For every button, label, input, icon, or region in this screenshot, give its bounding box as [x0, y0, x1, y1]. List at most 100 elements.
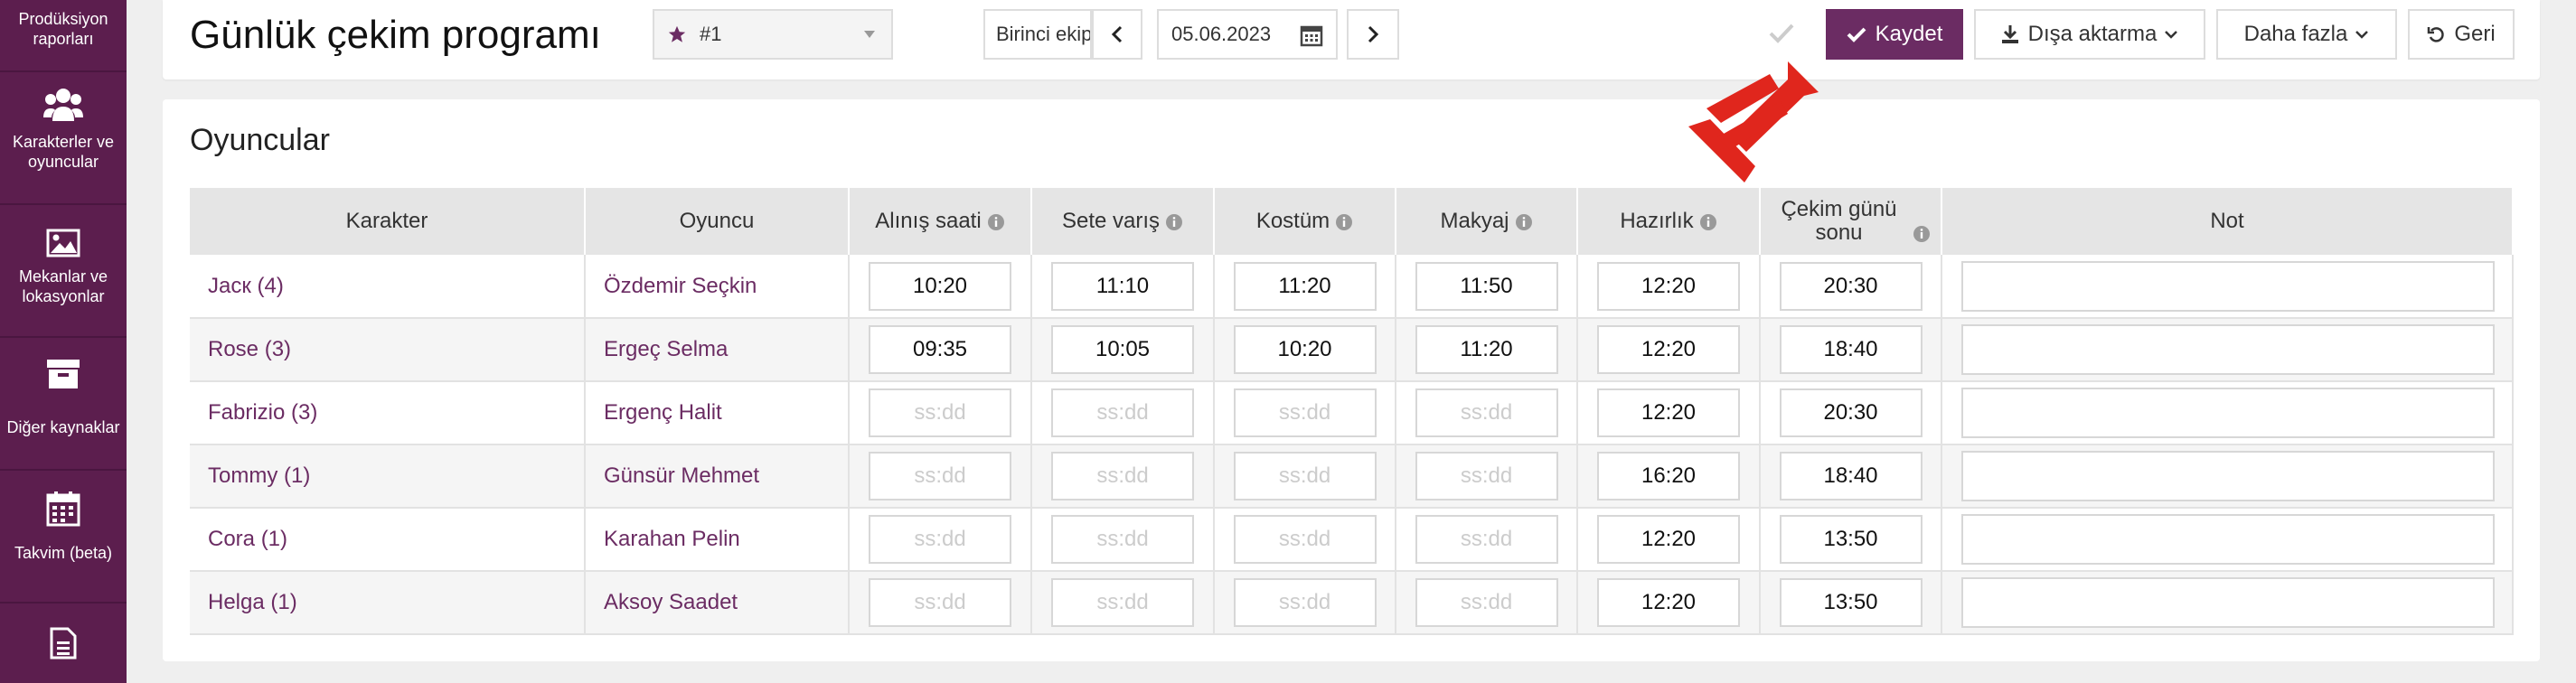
- actor-link[interactable]: Ergenç Halit: [585, 381, 850, 445]
- time-input-costume[interactable]: ss:dd: [1233, 578, 1377, 627]
- actor-link[interactable]: Ergeç Selma: [585, 318, 850, 382]
- time-input-arrival[interactable]: ss:dd: [1051, 388, 1194, 437]
- time-input-arrival[interactable]: ss:dd: [1051, 578, 1194, 627]
- time-cell-costume: 11:20: [1214, 255, 1396, 319]
- time-cell-end: 20:30: [1760, 255, 1942, 319]
- column-header-label: Karakter: [345, 209, 428, 233]
- prev-date-button[interactable]: [1092, 9, 1142, 60]
- note-input[interactable]: [1961, 260, 2495, 312]
- note-input[interactable]: [1961, 514, 2495, 565]
- unit-select[interactable]: Birinci ekip: [983, 9, 1092, 60]
- info-icon[interactable]: [1515, 213, 1533, 231]
- image-icon: [46, 229, 80, 257]
- time-input-end[interactable]: 13:50: [1779, 578, 1923, 627]
- sidebar-item-locations[interactable]: Mekanlar ve lokasyonlar: [0, 205, 127, 338]
- column-header-label: Kostüm: [1255, 209, 1330, 233]
- time-input-costume[interactable]: 10:20: [1233, 325, 1377, 374]
- time-input-arrival[interactable]: 10:05: [1051, 325, 1194, 374]
- time-cell-pickup: ss:dd: [849, 381, 1032, 445]
- time-input-ready[interactable]: 12:20: [1597, 388, 1740, 437]
- time-input-end[interactable]: 13:50: [1779, 515, 1923, 564]
- time-input-pickup[interactable]: 09:35: [869, 325, 1011, 374]
- time-input-end[interactable]: 18:40: [1779, 452, 1923, 501]
- column-header-label: Çekim günü sonu: [1781, 197, 1897, 245]
- time-input-end[interactable]: 18:40: [1779, 325, 1923, 374]
- time-cell-arrival: ss:dd: [1031, 381, 1215, 445]
- time-cell-ready: 12:20: [1577, 255, 1761, 319]
- time-input-costume[interactable]: ss:dd: [1233, 452, 1377, 501]
- time-input-makeup[interactable]: 11:50: [1415, 261, 1558, 311]
- back-button[interactable]: Geri: [2408, 9, 2515, 60]
- note-input[interactable]: [1961, 388, 2495, 438]
- time-input-end[interactable]: 20:30: [1779, 261, 1923, 311]
- time-input-costume[interactable]: ss:dd: [1233, 388, 1377, 437]
- time-input-arrival[interactable]: 11:10: [1051, 261, 1194, 311]
- time-input-ready[interactable]: 12:20: [1597, 578, 1740, 627]
- table-body: Jacк (4) Özdemir Seçkin 10:20 11:10 11:20 11:…: [190, 255, 2514, 635]
- info-icon[interactable]: [1335, 213, 1353, 231]
- time-input-makeup[interactable]: ss:dd: [1415, 452, 1558, 501]
- time-cell-costume: ss:dd: [1214, 381, 1396, 445]
- time-input-arrival[interactable]: ss:dd: [1051, 452, 1194, 501]
- time-input-end[interactable]: 20:30: [1779, 388, 1923, 437]
- character-link[interactable]: Rose (3): [190, 318, 586, 382]
- time-input-costume[interactable]: ss:dd: [1233, 515, 1377, 564]
- character-link[interactable]: Tommy (1): [190, 444, 586, 509]
- time-input-makeup[interactable]: ss:dd: [1415, 515, 1558, 564]
- actor-link[interactable]: Karahan Pelin: [585, 508, 850, 572]
- next-date-button[interactable]: [1347, 9, 1399, 60]
- calendar-icon: [46, 491, 80, 527]
- sidebar-item-reports[interactable]: Prodüksiyon raporları: [0, 0, 127, 72]
- character-link[interactable]: Fabrizio (3): [190, 381, 586, 445]
- date-input[interactable]: 05.06.2023: [1157, 9, 1338, 60]
- time-input-makeup[interactable]: ss:dd: [1415, 388, 1558, 437]
- actor-link[interactable]: Özdemir Seçkin: [585, 255, 850, 319]
- info-icon[interactable]: [1165, 213, 1183, 231]
- character-link[interactable]: Cora (1): [190, 508, 586, 572]
- time-input-costume[interactable]: 11:20: [1233, 261, 1377, 311]
- time-input-ready[interactable]: 12:20: [1597, 261, 1740, 311]
- info-icon[interactable]: [1913, 225, 1931, 243]
- time-input-ready[interactable]: 12:20: [1597, 325, 1740, 374]
- note-input[interactable]: [1961, 577, 2495, 628]
- more-button[interactable]: Daha fazla: [2216, 9, 2397, 60]
- sidebar-item-calendar[interactable]: Takvim (beta): [0, 471, 127, 603]
- sidebar-item-documents[interactable]: [0, 603, 127, 683]
- calendar-icon[interactable]: [1300, 23, 1323, 47]
- time-cell-ready: 12:20: [1577, 381, 1761, 445]
- time-input-pickup[interactable]: ss:dd: [869, 452, 1011, 501]
- sidebar-item-characters[interactable]: Karakterler ve oyuncular: [0, 72, 127, 205]
- time-input-makeup[interactable]: ss:dd: [1415, 578, 1558, 627]
- info-icon[interactable]: [1699, 213, 1717, 231]
- time-input-ready[interactable]: 16:20: [1597, 452, 1740, 501]
- note-input[interactable]: [1961, 451, 2495, 501]
- save-button[interactable]: Kaydet: [1826, 9, 1963, 60]
- page-title: Günlük çekim programı: [190, 13, 601, 57]
- note-cell: [1941, 571, 2514, 635]
- time-input-pickup[interactable]: 10:20: [869, 261, 1011, 311]
- time-input-makeup[interactable]: 11:20: [1415, 325, 1558, 374]
- time-cell-makeup: 11:50: [1396, 255, 1578, 319]
- section-title: Oyuncular: [190, 123, 330, 157]
- info-icon[interactable]: [987, 213, 1005, 231]
- time-cell-costume: ss:dd: [1214, 508, 1396, 572]
- time-cell-ready: 12:20: [1577, 508, 1761, 572]
- column-header-costume: Kostüm: [1214, 188, 1396, 255]
- sidebar-item-label: Karakterler ve oyuncular: [12, 133, 115, 171]
- export-button[interactable]: Dışa aktarma: [1974, 9, 2205, 60]
- version-select[interactable]: #1: [653, 9, 893, 60]
- time-input-arrival[interactable]: ss:dd: [1051, 515, 1194, 564]
- save-label: Kaydet: [1875, 22, 1943, 46]
- actor-link[interactable]: Günsür Mehmet: [585, 444, 850, 509]
- time-input-pickup[interactable]: ss:dd: [869, 578, 1011, 627]
- document-icon: [50, 627, 77, 660]
- time-input-ready[interactable]: 12:20: [1597, 515, 1740, 564]
- character-link[interactable]: Helga (1): [190, 571, 586, 635]
- time-input-pickup[interactable]: ss:dd: [869, 388, 1011, 437]
- character-link[interactable]: Jacк (4): [190, 255, 586, 319]
- sidebar-item-resources[interactable]: Diğer kaynaklar: [0, 338, 127, 471]
- actor-link[interactable]: Aksoy Saadet: [585, 571, 850, 635]
- note-input[interactable]: [1961, 324, 2495, 375]
- time-input-pickup[interactable]: ss:dd: [869, 515, 1011, 564]
- time-cell-makeup: ss:dd: [1396, 444, 1578, 509]
